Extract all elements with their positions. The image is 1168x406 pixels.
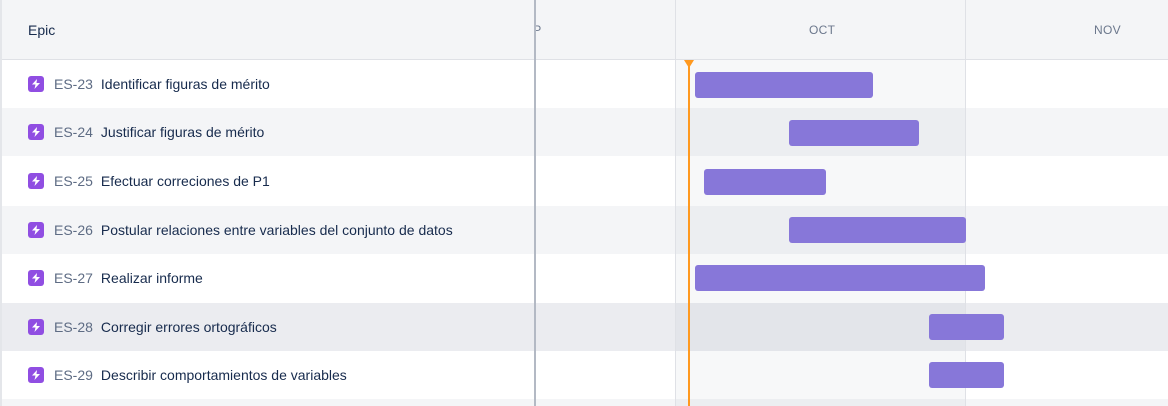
lightning-bolt-icon [28, 76, 44, 92]
timeline-bar[interactable] [695, 72, 873, 98]
epic-key: ES-26 [54, 222, 93, 238]
month-boundary-oct [675, 0, 676, 406]
epic-item[interactable]: ES-28 Corregir errores ortográficos [28, 303, 277, 351]
column-resizer[interactable] [534, 0, 536, 406]
month-boundary-nov [965, 0, 966, 406]
epic-key: ES-25 [54, 173, 93, 189]
today-marker-icon [684, 60, 694, 68]
left-edge [0, 0, 2, 406]
epic-title: Identificar figuras de mérito [100, 76, 270, 92]
month-label-sep: EP [536, 23, 542, 37]
epic-row[interactable]: ES-24 Justificar figuras de mérito [0, 108, 1168, 156]
epic-title: Describir comportamientos de variables [100, 367, 347, 383]
epic-item[interactable]: ES-27 Realizar informe [28, 254, 203, 302]
month-label-oct: OCT [809, 23, 836, 37]
epic-item[interactable]: ES-24 Justificar figuras de mérito [28, 108, 264, 156]
epic-key: ES-23 [54, 76, 93, 92]
lightning-bolt-icon [28, 124, 44, 140]
epic-item[interactable]: ES-25 Efectuar correciones de P1 [28, 157, 270, 205]
timeline-bar[interactable] [695, 265, 985, 291]
roadmap-view: ES-23 Identificar figuras de mérito ES-2… [0, 0, 1168, 406]
lightning-bolt-icon [28, 270, 44, 286]
epic-key: ES-29 [54, 367, 93, 383]
epic-title: Efectuar correciones de P1 [100, 173, 270, 189]
timeline-bar[interactable] [929, 362, 1004, 388]
timeline-bar[interactable] [789, 217, 966, 243]
epic-title: Realizar informe [100, 270, 203, 286]
lightning-bolt-icon [28, 367, 44, 383]
lightning-bolt-icon [28, 319, 44, 335]
epic-row[interactable]: ES-25 Efectuar correciones de P1 [0, 157, 1168, 205]
lightning-bolt-icon [28, 222, 44, 238]
month-label-nov: NOV [1094, 23, 1121, 37]
lightning-bolt-icon [28, 173, 44, 189]
epic-title: Postular relaciones entre variables del … [100, 222, 453, 238]
epic-row[interactable]: ES-26 Postular relaciones entre variable… [0, 206, 1168, 254]
epic-item[interactable]: ES-23 Identificar figuras de mérito [28, 60, 270, 108]
epic-item[interactable]: ES-29 Describir comportamientos de varia… [28, 351, 347, 399]
epic-key: ES-27 [54, 270, 93, 286]
epic-key: ES-28 [54, 319, 93, 335]
epic-title: Corregir errores ortográficos [100, 319, 277, 335]
epic-row-partial [0, 399, 1168, 406]
today-line [688, 66, 690, 406]
epic-row[interactable]: ES-27 Realizar informe [0, 254, 1168, 302]
epic-row[interactable]: ES-23 Identificar figuras de mérito [0, 60, 1168, 108]
epic-key: ES-24 [54, 124, 93, 140]
epic-column-header: Epic [28, 22, 56, 38]
timeline-bar[interactable] [929, 314, 1004, 340]
timeline-bar[interactable] [704, 169, 826, 195]
timeline-bar[interactable] [789, 120, 919, 146]
epic-title: Justificar figuras de mérito [100, 124, 265, 140]
epic-item[interactable]: ES-26 Postular relaciones entre variable… [28, 206, 453, 254]
month-sep-clip: EP [536, 0, 676, 60]
roadmap-header: Epic EP OCT NOV [0, 0, 1168, 60]
